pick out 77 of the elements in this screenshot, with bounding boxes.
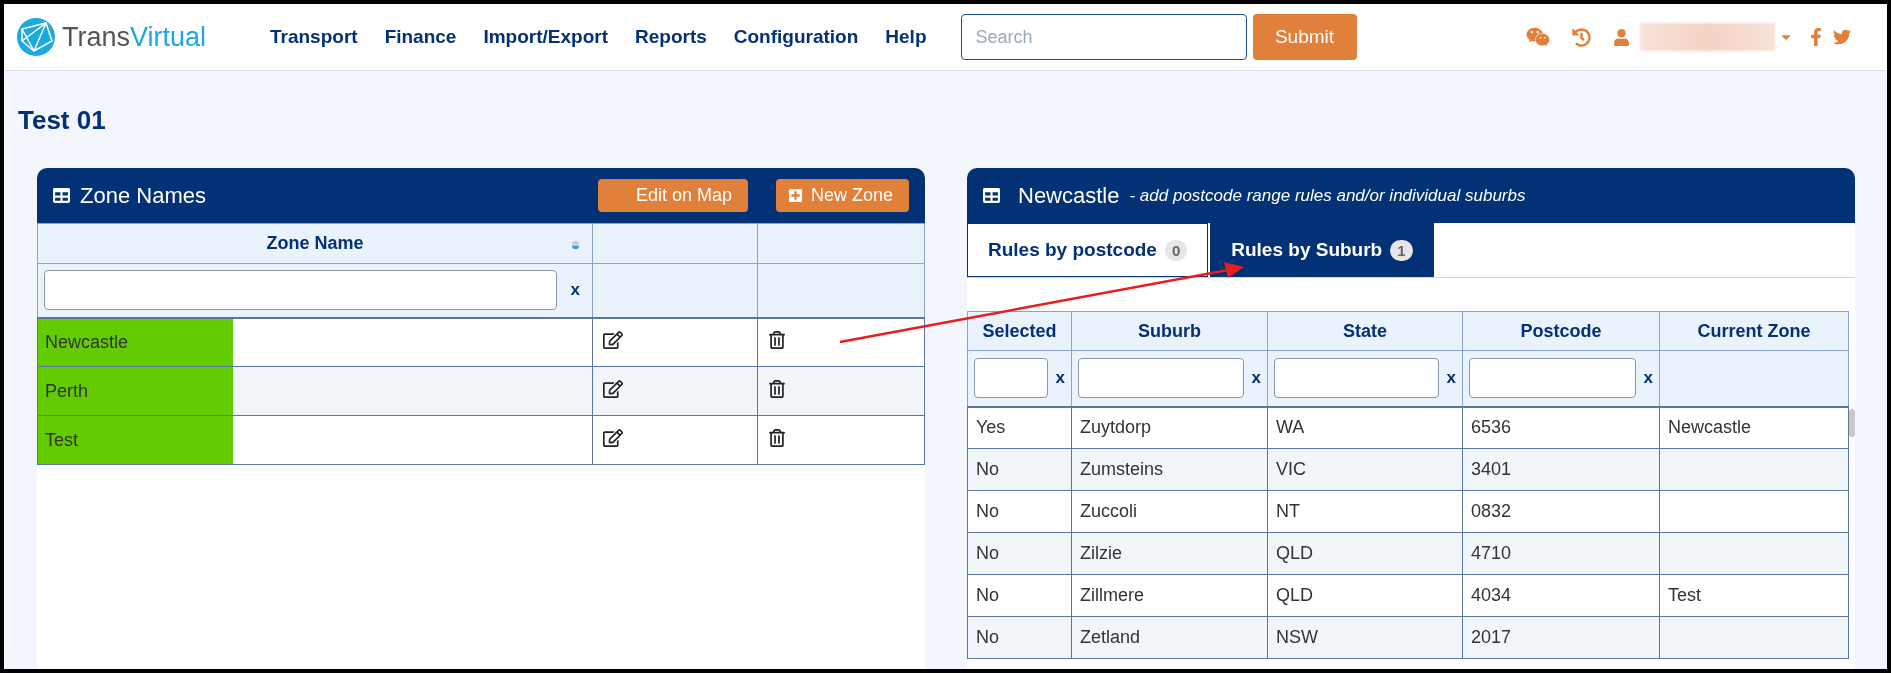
nav-link[interactable]: Transport	[270, 26, 358, 48]
globe-logo-icon	[16, 17, 56, 57]
table-cell: QLD	[1267, 574, 1463, 617]
column-header[interactable]: Selected	[967, 311, 1072, 351]
table-cell: No	[967, 532, 1072, 575]
scrollbar-thumb[interactable]	[1849, 409, 1855, 437]
clear-filter-link[interactable]: x	[1643, 368, 1653, 389]
column-header[interactable]: Postcode	[1462, 311, 1660, 351]
trash-icon[interactable]	[768, 330, 786, 349]
nav-link[interactable]: Import/Export	[483, 26, 608, 48]
count-badge: 0	[1164, 239, 1188, 261]
chat-icon[interactable]	[1526, 25, 1550, 49]
table-cell: QLD	[1267, 532, 1463, 575]
tab[interactable]: Rules by postcode 0	[967, 223, 1209, 277]
trash-icon[interactable]	[768, 428, 786, 447]
panel-subtitle: - add postcode range rules and/or individual suburbs	[1129, 185, 1526, 206]
table-cell: 0832	[1462, 490, 1660, 533]
filter-field[interactable]	[1078, 358, 1244, 399]
table-cell: Newcastle	[1659, 406, 1849, 449]
table-cell: No	[967, 616, 1072, 659]
clear-filter-link[interactable]: x	[1055, 368, 1065, 389]
table-cell: Zuccoli	[1071, 490, 1268, 533]
table-cell: Yes	[967, 406, 1072, 449]
clear-filter-link[interactable]: x	[1251, 368, 1261, 389]
sort-icon[interactable]	[571, 240, 580, 249]
user-icon[interactable]	[1613, 28, 1630, 46]
table-cell: 4710	[1462, 532, 1660, 575]
plus-icon	[787, 188, 803, 203]
filter-field[interactable]	[1469, 358, 1636, 399]
table-cell: Zumsteins	[1071, 448, 1268, 491]
table-cell: 6536	[1462, 406, 1660, 449]
table-cell: VIC	[1267, 448, 1463, 491]
tab[interactable]: Rules by Suburb 1	[1210, 223, 1434, 277]
panel-title: Newcastle	[1018, 182, 1120, 209]
clear-filter-link[interactable]: x	[1446, 368, 1456, 389]
table-cell: Zetland	[1071, 616, 1268, 659]
zone-name-cell: Perth	[38, 367, 233, 415]
column-header[interactable]: Current Zone	[1659, 311, 1849, 351]
logo-text: TransVirtual	[62, 21, 207, 53]
table-cell: Zillmere	[1071, 574, 1268, 617]
nav-link[interactable]: Reports	[635, 26, 707, 48]
table-cell: 2017	[1462, 616, 1660, 659]
table-cell: No	[967, 448, 1072, 491]
table-cell: 3401	[1462, 448, 1660, 491]
filter-field[interactable]	[44, 270, 557, 311]
column-header[interactable]: Zone Name	[37, 223, 593, 264]
zone-name-cell: Newcastle	[38, 318, 233, 366]
table-cell: NSW	[1267, 616, 1463, 659]
table-cell: Test	[1659, 574, 1849, 617]
table-cell: No	[967, 574, 1072, 617]
edit-icon[interactable]	[603, 378, 623, 399]
table-cell: WA	[1267, 406, 1463, 449]
nav-link[interactable]: Finance	[384, 26, 457, 48]
column-header[interactable]: State	[1267, 311, 1463, 351]
search-field[interactable]: Search	[960, 14, 1247, 60]
edit-icon[interactable]	[603, 427, 623, 448]
twitter-icon[interactable]	[1833, 28, 1851, 46]
page-title: Test 01	[18, 105, 107, 136]
edit-icon[interactable]	[603, 329, 623, 350]
trash-icon[interactable]	[768, 379, 786, 398]
history-icon[interactable]	[1572, 27, 1591, 47]
nav-link[interactable]: Configuration	[733, 26, 859, 48]
table-icon	[983, 187, 1000, 204]
table-cell: Zuytdorp	[1071, 406, 1268, 449]
zone-name-cell: Test	[38, 416, 233, 464]
clear-filter-link[interactable]: x	[564, 280, 586, 301]
count-badge: 1	[1390, 239, 1413, 261]
table-cell: 4034	[1462, 574, 1660, 617]
panel-title: Zone Names	[80, 182, 206, 209]
nav-link[interactable]: Help	[885, 26, 927, 48]
filter-field[interactable]	[974, 358, 1048, 399]
table-icon	[53, 187, 70, 204]
filter-field[interactable]	[1274, 358, 1439, 399]
table-cell: NT	[1267, 490, 1463, 533]
table-cell: Zilzie	[1071, 532, 1268, 575]
table-cell: No	[967, 490, 1072, 533]
column-header[interactable]: Suburb	[1071, 311, 1268, 351]
